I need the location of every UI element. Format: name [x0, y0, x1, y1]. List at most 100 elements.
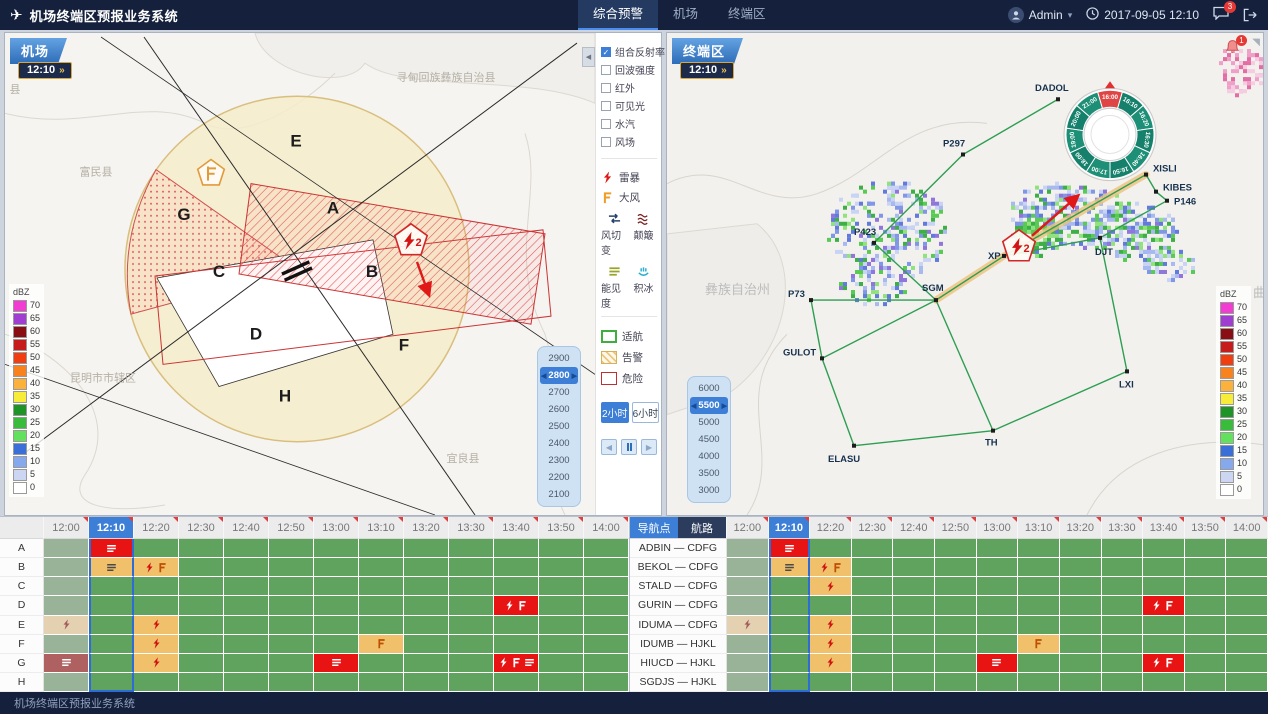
zone-cell-6-13:00[interactable] — [314, 654, 359, 673]
route-cell-1-13:10[interactable] — [1018, 558, 1060, 577]
zone-cell-0-12:10[interactable] — [89, 539, 134, 558]
altitude-option-3000[interactable]: 3000 — [690, 482, 728, 499]
zone-cell-7-13:20[interactable] — [404, 673, 449, 692]
route-cell-6-12:00[interactable] — [727, 654, 769, 673]
route-cell-2-12:10[interactable] — [769, 577, 811, 596]
route-cell-6-12:50[interactable] — [935, 654, 977, 673]
waypoint-marker[interactable] — [1125, 369, 1129, 373]
route-cell-5-13:50[interactable] — [1185, 635, 1227, 654]
route-cell-7-13:10[interactable] — [1018, 673, 1060, 692]
zone-cell-0-13:40[interactable] — [494, 539, 539, 558]
route-cell-5-12:20[interactable] — [810, 635, 852, 654]
route-cell-6-12:20[interactable] — [810, 654, 852, 673]
route-cell-3-13:10[interactable] — [1018, 596, 1060, 615]
user-menu[interactable]: Admin ▾ — [1008, 7, 1073, 23]
zone-cell-0-13:30[interactable] — [449, 539, 494, 558]
zone-cell-3-13:40[interactable] — [494, 596, 539, 615]
layer-checkbox-4[interactable]: 水汽 — [601, 116, 657, 131]
route-cell-4-14:00[interactable] — [1226, 616, 1268, 635]
nav-tab-1[interactable]: 机场 — [658, 0, 713, 30]
zone-cell-4-12:20[interactable] — [134, 616, 179, 635]
waypoint-marker[interactable] — [1098, 236, 1102, 240]
route-cell-4-12:00[interactable] — [727, 616, 769, 635]
route-cell-3-13:40[interactable] — [1143, 596, 1185, 615]
zone-cell-7-13:30[interactable] — [449, 673, 494, 692]
route-cell-5-14:00[interactable] — [1226, 635, 1268, 654]
zone-cell-6-12:40[interactable] — [224, 654, 269, 673]
time-header-13:00[interactable]: 13:00 — [977, 517, 1019, 539]
playback-prev-button[interactable]: ◀ — [601, 439, 617, 455]
route-cell-5-12:30[interactable] — [852, 635, 894, 654]
waypoint-marker[interactable] — [991, 429, 995, 433]
zone-cell-7-12:10[interactable] — [89, 673, 134, 692]
terminal-altitude-slider[interactable]: 6000◀5500▶50004500400035003000 — [687, 376, 731, 503]
slider-handle-right-icon[interactable]: ▶ — [722, 402, 727, 410]
time-header-13:00[interactable]: 13:00 — [314, 517, 359, 539]
zone-cell-5-12:50[interactable] — [269, 635, 314, 654]
zone-cell-0-12:50[interactable] — [269, 539, 314, 558]
zone-cell-3-13:50[interactable] — [539, 596, 584, 615]
route-cell-1-14:00[interactable] — [1226, 558, 1268, 577]
route-cell-0-13:50[interactable] — [1185, 539, 1227, 558]
zone-cell-0-13:00[interactable] — [314, 539, 359, 558]
nav-tab-2[interactable]: 终端区 — [713, 0, 781, 30]
zone-cell-7-13:40[interactable] — [494, 673, 539, 692]
time-header-13:10[interactable]: 13:10 — [1018, 517, 1060, 539]
zone-cell-1-14:00[interactable] — [584, 558, 629, 577]
airport-map[interactable]: ABCDEFGH寻甸回族彝族自治县县富民县昆明市市辖区宜良县2 机场 12:10… — [5, 33, 595, 515]
route-cell-7-12:20[interactable] — [810, 673, 852, 692]
zone-cell-3-14:00[interactable] — [584, 596, 629, 615]
altitude-option-4000[interactable]: 4000 — [690, 448, 728, 465]
zone-cell-6-12:10[interactable] — [89, 654, 134, 673]
waypoint-marker[interactable] — [1002, 254, 1006, 258]
route-cell-2-12:20[interactable] — [810, 577, 852, 596]
zone-cell-2-13:30[interactable] — [449, 577, 494, 596]
altitude-option-2600[interactable]: 2600 — [540, 401, 578, 418]
layer-checkbox-1[interactable]: 回波强度 — [601, 62, 657, 77]
route-cell-6-13:10[interactable] — [1018, 654, 1060, 673]
zone-cell-4-12:30[interactable] — [179, 616, 224, 635]
airport-altitude-slider[interactable]: 2900◀2800▶2700260025002400230022002100 — [537, 346, 581, 507]
zone-cell-4-13:50[interactable] — [539, 616, 584, 635]
route-cell-2-13:40[interactable] — [1143, 577, 1185, 596]
time-header-13:30[interactable]: 13:30 — [449, 517, 494, 539]
waypoint-marker[interactable] — [1056, 97, 1060, 101]
zone-cell-6-14:00[interactable] — [584, 654, 629, 673]
route-cell-7-12:40[interactable] — [893, 673, 935, 692]
zone-cell-0-12:30[interactable] — [179, 539, 224, 558]
zone-cell-6-13:40[interactable] — [494, 654, 539, 673]
route-cell-4-13:20[interactable] — [1060, 616, 1102, 635]
zone-cell-4-14:00[interactable] — [584, 616, 629, 635]
zone-cell-2-13:40[interactable] — [494, 577, 539, 596]
time-header-12:20[interactable]: 12:20 — [810, 517, 852, 539]
route-cell-1-13:20[interactable] — [1060, 558, 1102, 577]
waypoint-marker[interactable] — [1165, 199, 1169, 203]
alerts-bell-button[interactable]: 1 — [1224, 39, 1241, 61]
zone-cell-1-12:40[interactable] — [224, 558, 269, 577]
route-cell-0-12:40[interactable] — [893, 539, 935, 558]
route-cell-0-13:10[interactable] — [1018, 539, 1060, 558]
route-cell-0-13:40[interactable] — [1143, 539, 1185, 558]
route-cell-4-13:10[interactable] — [1018, 616, 1060, 635]
zone-cell-2-12:40[interactable] — [224, 577, 269, 596]
waypoint-marker[interactable] — [809, 298, 813, 302]
time-header-12:40[interactable]: 12:40 — [893, 517, 935, 539]
route-cell-4-12:10[interactable] — [769, 616, 811, 635]
time-header-13:40[interactable]: 13:40 — [1143, 517, 1185, 539]
zone-cell-2-13:10[interactable] — [359, 577, 404, 596]
route-cell-0-12:00[interactable] — [727, 539, 769, 558]
zone-cell-4-13:20[interactable] — [404, 616, 449, 635]
route-cell-2-13:10[interactable] — [1018, 577, 1060, 596]
route-cell-6-12:40[interactable] — [893, 654, 935, 673]
collapse-panel-button[interactable]: ◀ — [582, 47, 595, 67]
route-cell-5-13:10[interactable] — [1018, 635, 1060, 654]
route-cell-6-12:30[interactable] — [852, 654, 894, 673]
zone-cell-5-13:20[interactable] — [404, 635, 449, 654]
route-cell-6-13:40[interactable] — [1143, 654, 1185, 673]
time-header-12:10[interactable]: 12:10 — [89, 517, 134, 539]
zone-cell-7-13:10[interactable] — [359, 673, 404, 692]
route-cell-2-12:50[interactable] — [935, 577, 977, 596]
route-cell-7-12:00[interactable] — [727, 673, 769, 692]
zone-cell-5-12:40[interactable] — [224, 635, 269, 654]
route-cell-7-12:30[interactable] — [852, 673, 894, 692]
